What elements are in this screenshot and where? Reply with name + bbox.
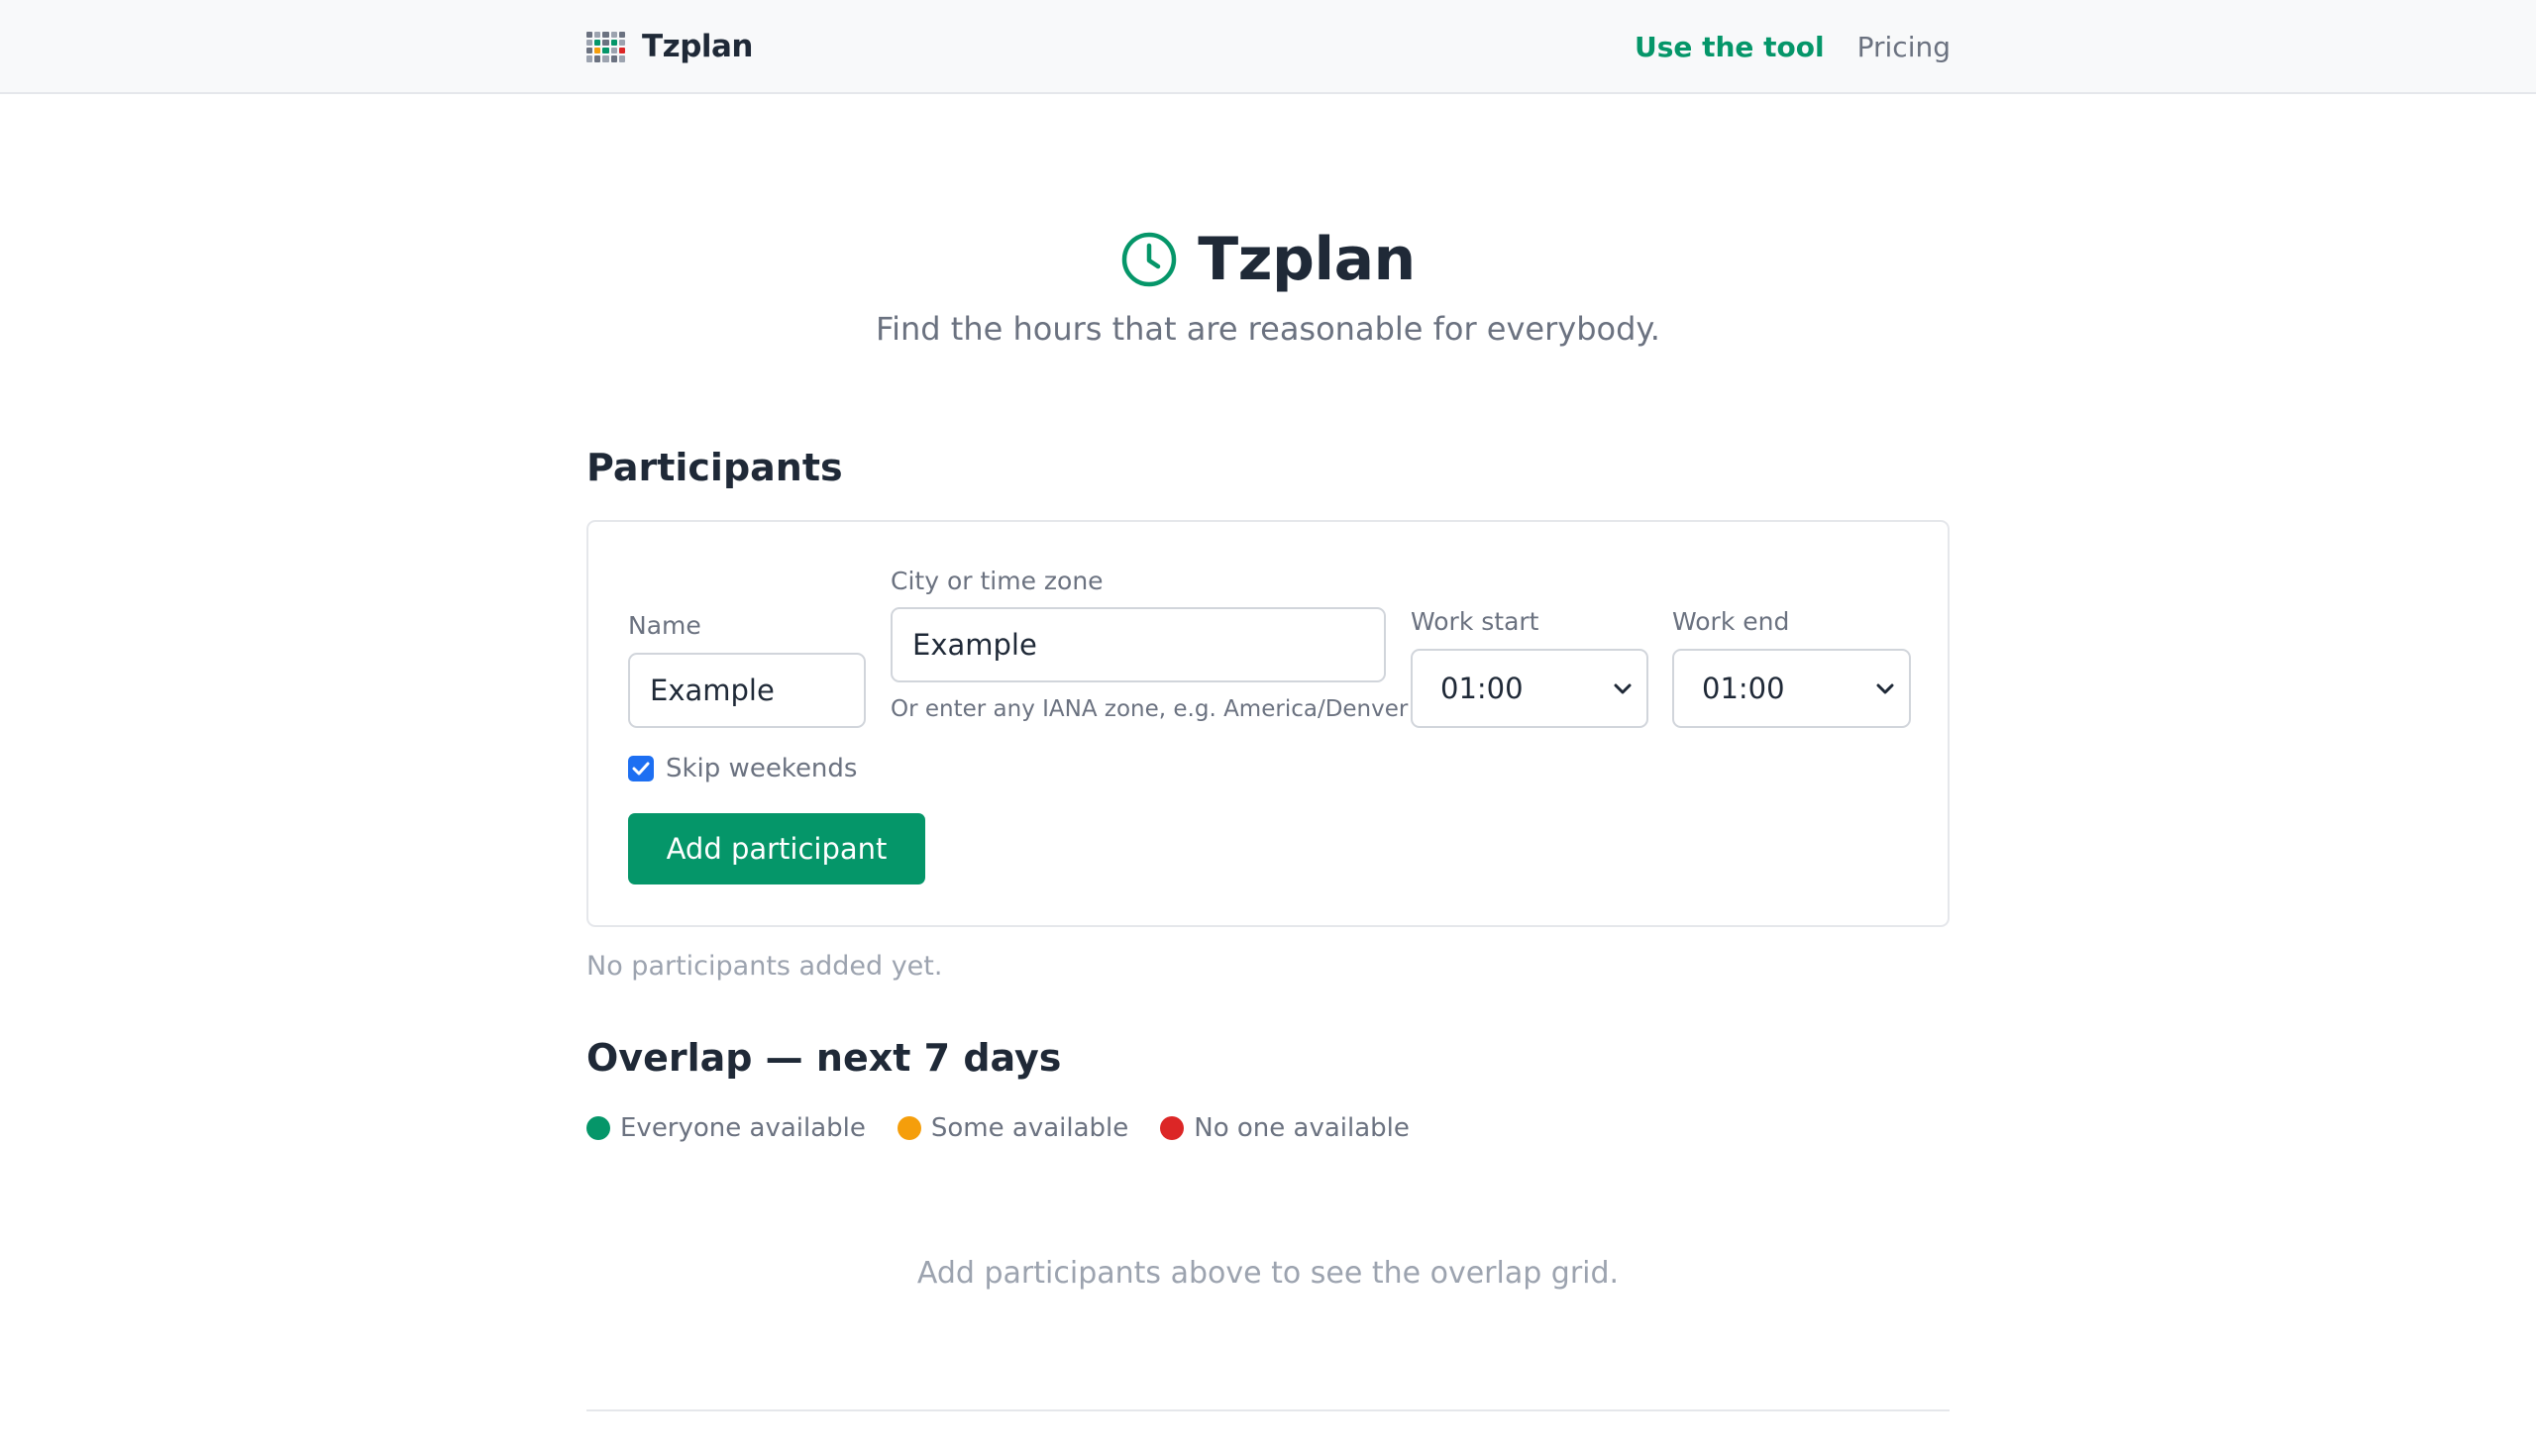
no-participants-text: No participants added yet. xyxy=(586,951,943,982)
legend-item-everyone: Everyone available xyxy=(586,1113,866,1143)
work-start-value: 01:00 xyxy=(1440,672,1524,705)
legend-label: No one available xyxy=(1194,1113,1410,1143)
checkmark-icon xyxy=(632,762,650,776)
legend-label: Some available xyxy=(930,1113,1129,1143)
page-title: Tzplan xyxy=(1120,223,1416,296)
skip-weekends-row: Skip weekends xyxy=(628,754,857,783)
availability-legend: Everyone available Some available No one… xyxy=(586,1110,1441,1146)
orange-dot-icon xyxy=(897,1116,921,1140)
nav-link-pricing[interactable]: Pricing xyxy=(1857,31,1951,63)
overlap-heading: Overlap — next 7 days xyxy=(586,1036,1062,1080)
top-navbar: Tzplan Use the tool Pricing xyxy=(0,0,2536,94)
main-nav: Use the tool Pricing xyxy=(1635,28,1951,65)
legend-item-none: No one available xyxy=(1160,1113,1410,1143)
participants-heading: Participants xyxy=(586,446,843,489)
hero-subtitle: Find the hours that are reasonable for e… xyxy=(876,310,1660,348)
name-input[interactable]: Example xyxy=(628,653,866,728)
zone-input[interactable]: Example xyxy=(891,607,1386,682)
red-dot-icon xyxy=(1160,1116,1185,1140)
footer-divider xyxy=(586,1409,1950,1411)
work-start-label: Work start xyxy=(1411,607,1539,636)
nav-link-use-the-tool[interactable]: Use the tool xyxy=(1635,31,1825,63)
add-participant-form: Name Example City or time zone Example O… xyxy=(586,520,1950,927)
work-end-select[interactable]: 01:00 xyxy=(1672,649,1911,728)
green-dot-icon xyxy=(586,1116,610,1140)
hero: Tzplan Find the hours that are reasonabl… xyxy=(586,223,1950,348)
skip-weekends-label[interactable]: Skip weekends xyxy=(666,754,857,783)
zone-hint: Or enter any IANA zone, e.g. America/Den… xyxy=(891,696,1409,722)
brand-name: Tzplan xyxy=(642,29,754,64)
name-label: Name xyxy=(628,611,701,640)
brand-link[interactable]: Tzplan xyxy=(586,28,754,65)
work-end-label: Work end xyxy=(1672,607,1790,636)
skip-weekends-checkbox[interactable] xyxy=(628,756,654,781)
chevron-down-icon xyxy=(1876,683,1894,694)
hero-title-text: Tzplan xyxy=(1198,225,1416,294)
legend-label: Everyone available xyxy=(620,1113,866,1143)
work-end-value: 01:00 xyxy=(1702,672,1785,705)
legend-item-some: Some available xyxy=(897,1113,1129,1143)
clock-icon xyxy=(1121,232,1177,287)
chevron-down-icon xyxy=(1614,683,1632,694)
zone-label: City or time zone xyxy=(891,567,1104,595)
calendar-grid-icon xyxy=(586,31,625,62)
add-participant-button[interactable]: Add participant xyxy=(628,813,925,884)
work-start-select[interactable]: 01:00 xyxy=(1411,649,1648,728)
overlap-empty-state: Add participants above to see the overla… xyxy=(916,1256,1620,1291)
